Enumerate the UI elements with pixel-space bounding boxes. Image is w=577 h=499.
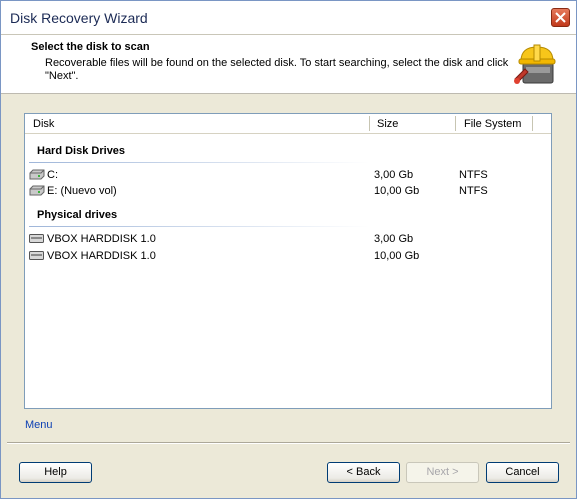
column-disk[interactable]: Disk [33, 118, 54, 130]
disk-name: E: (Nuevo vol) [47, 185, 117, 197]
wizard-window: Disk Recovery Wizard Select the disk to … [0, 0, 577, 499]
column-header: Disk Size File System [25, 114, 551, 134]
physical-disk-icon [29, 251, 44, 260]
footer-divider [7, 442, 570, 443]
title-bar: Disk Recovery Wizard [1, 1, 576, 35]
column-file-system[interactable]: File System [464, 118, 521, 130]
header-title: Select the disk to scan [31, 41, 150, 53]
column-size[interactable]: Size [377, 118, 398, 130]
window-title: Disk Recovery Wizard [10, 10, 148, 26]
list-item[interactable]: VBOX HARDDISK 1.0 10,00 Gb [29, 248, 549, 264]
disk-size: 3,00 Gb [374, 233, 414, 245]
menu-link[interactable]: Menu [25, 419, 53, 431]
disk-size: 10,00 Gb [374, 185, 420, 197]
header-description: Recoverable files will be found on the s… [45, 57, 509, 82]
disk-file-system: NTFS [459, 169, 488, 181]
wizard-header: Select the disk to scan Recoverable file… [1, 35, 576, 94]
disk-size: 10,00 Gb [374, 250, 420, 262]
next-button[interactable]: Next > [406, 462, 479, 483]
disk-file-system: NTFS [459, 185, 488, 197]
disk-name: C: [47, 169, 58, 181]
group-divider [29, 162, 369, 163]
disk-name: VBOX HARDDISK 1.0 [47, 250, 156, 262]
drive-icon [29, 185, 45, 196]
list-item[interactable]: E: (Nuevo vol) 10,00 Gb NTFS [29, 183, 549, 199]
column-separator [455, 116, 456, 131]
back-button[interactable]: < Back [327, 462, 400, 483]
group-divider [29, 226, 369, 227]
disk-list[interactable]: Disk Size File System Hard Disk Drives C… [24, 113, 552, 409]
close-icon [555, 12, 566, 23]
disk-name: VBOX HARDDISK 1.0 [47, 233, 156, 245]
disk-size: 3,00 Gb [374, 169, 414, 181]
group-physical-drives: Physical drives [37, 209, 118, 221]
column-separator [369, 116, 370, 131]
close-button[interactable] [551, 8, 570, 27]
list-item[interactable]: C: 3,00 Gb NTFS [29, 167, 549, 183]
list-item[interactable]: VBOX HARDDISK 1.0 3,00 Gb [29, 231, 549, 247]
group-hard-disk-drives: Hard Disk Drives [37, 145, 126, 157]
disk-repair-icon [514, 44, 556, 84]
cancel-button[interactable]: Cancel [486, 462, 559, 483]
help-button[interactable]: Help [19, 462, 92, 483]
drive-icon [29, 169, 45, 180]
column-separator [532, 116, 533, 131]
physical-disk-icon [29, 234, 44, 243]
